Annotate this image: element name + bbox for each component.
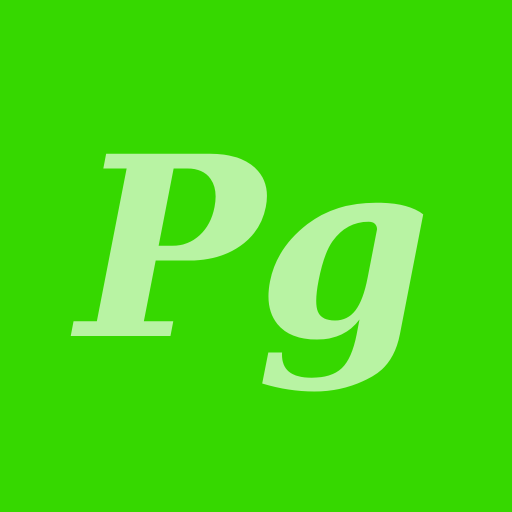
logo-monogram: Pg (0, 0, 512, 512)
logo-text: Pg (76, 101, 432, 395)
app-icon-tile: Pg (0, 0, 512, 512)
